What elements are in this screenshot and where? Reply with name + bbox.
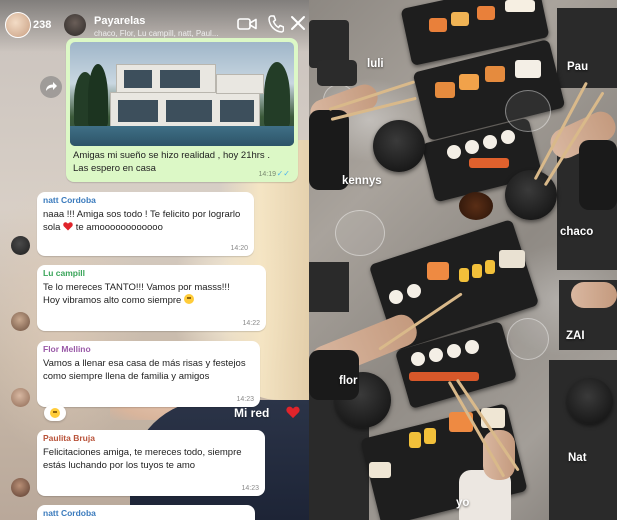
photo-label: yo — [456, 497, 470, 509]
avatar[interactable] — [11, 388, 30, 407]
message-sender: Paulita Bruja — [43, 433, 95, 443]
message-sender: natt Cordoba — [43, 508, 96, 518]
message-text: Te lo mereces TANTO!!! Vamos por masss!!… — [43, 282, 230, 306]
chat-message[interactable]: natt Cordoba naaa !!! Amiga sos todo ! T… — [37, 192, 254, 256]
message-time: 14:23 — [241, 485, 259, 492]
house-photo[interactable] — [70, 42, 294, 146]
photo-label: ZAI — [566, 330, 585, 342]
video-call-icon[interactable] — [237, 17, 257, 31]
chat-message[interactable]: Paulita Bruja Felicitaciones amiga, te m… — [37, 430, 265, 496]
group-name: Payarelas — [94, 15, 146, 27]
close-icon[interactable] — [290, 15, 306, 31]
chat-message[interactable]: Flor Mellino Vamos a llenar esa casa de … — [37, 341, 260, 407]
read-ticks-icon: ✓✓ — [276, 169, 290, 178]
message-text: Vamos a llenar esa casa de más risas y f… — [43, 358, 246, 382]
group-avatar — [64, 14, 86, 36]
message-sender: natt Cordoba — [43, 195, 96, 205]
message-time: 14:22 — [242, 320, 260, 327]
chat-message[interactable]: natt Cordoba — [37, 505, 255, 520]
message-sender: Flor Mellino — [43, 344, 91, 354]
photo-label: Nat — [568, 452, 587, 464]
heart-icon — [63, 222, 73, 231]
story-panel-left: 238 Payarelas chaco, Flor, Lu campill, n… — [0, 0, 309, 520]
photo-label: kennys — [342, 175, 382, 187]
photo-label: chaco — [560, 226, 594, 238]
avatar[interactable] — [11, 236, 30, 255]
message-text: Felicitaciones amiga, te mereces todo, s… — [43, 447, 242, 471]
heart-icon — [286, 406, 300, 419]
message-text: naaa !!! Amiga sos todo ! Te felicito po… — [43, 209, 241, 233]
message-time: 14:19 — [258, 171, 276, 178]
chat-message[interactable]: Lu campill Te lo mereces TANTO!!! Vamos … — [37, 265, 266, 331]
story-caption: Mi red — [234, 406, 270, 420]
story-avatar[interactable] — [5, 12, 31, 38]
message-reaction[interactable] — [44, 405, 66, 421]
group-members: chaco, Flor, Lu campill, natt, Paul... — [94, 29, 219, 38]
story-username[interactable]: 238 — [33, 19, 51, 31]
avatar[interactable] — [11, 478, 30, 497]
avatar[interactable] — [11, 312, 30, 331]
outgoing-message[interactable]: Amigas mi sueño se hizo realidad , hoy 2… — [66, 38, 298, 182]
smile-emoji-icon — [50, 408, 60, 418]
smile-emoji-icon — [183, 294, 194, 304]
sushi-photo: luli Pau kennys chaco ZAI flor Nat yo — [309, 0, 617, 520]
outgoing-message-text: Amigas mi sueño se hizo realidad , hoy 2… — [73, 150, 270, 174]
phone-icon[interactable] — [268, 15, 284, 33]
photo-label: Pau — [567, 61, 589, 73]
message-sender: Lu campill — [43, 268, 86, 278]
photo-label: luli — [367, 58, 384, 70]
message-time: 14:20 — [230, 245, 248, 252]
photo-label: flor — [339, 375, 358, 387]
forward-icon[interactable] — [40, 76, 62, 98]
message-time: 14:23 — [236, 396, 254, 403]
